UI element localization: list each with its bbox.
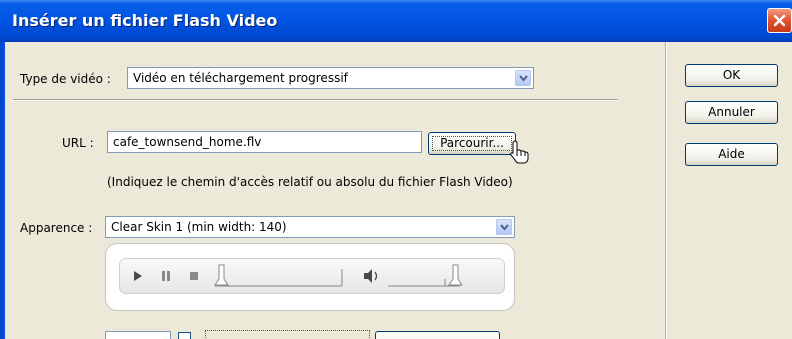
width-input[interactable] xyxy=(105,331,171,339)
close-button[interactable] xyxy=(767,8,792,33)
ok-label: OK xyxy=(722,68,741,82)
video-type-value: Vidéo en téléchargement progressif xyxy=(133,71,348,85)
player-control-bar xyxy=(119,258,505,294)
browse-button[interactable]: Parcourir... xyxy=(428,132,516,155)
play-icon xyxy=(134,271,142,281)
appearance-dropdown-button[interactable] xyxy=(496,219,512,235)
vertical-divider xyxy=(665,42,667,339)
url-input[interactable]: cafe_townsend_home.flv xyxy=(107,131,422,153)
detect-size-button[interactable] xyxy=(375,331,500,339)
mouse-cursor-icon xyxy=(510,140,529,164)
url-hint: (Indiquez le chemin d'accès relatif ou a… xyxy=(107,175,513,189)
url-value: cafe_townsend_home.flv xyxy=(113,135,262,149)
ok-button[interactable]: OK xyxy=(685,64,778,87)
chevron-down-icon xyxy=(519,75,528,82)
video-type-dropdown-button[interactable] xyxy=(515,70,531,86)
dialog-title: Insérer un fichier Flash Video xyxy=(12,11,278,30)
window-left-border xyxy=(0,42,5,339)
help-label: Aide xyxy=(718,147,745,161)
volume-icon xyxy=(364,269,378,283)
skin-preview xyxy=(105,243,515,311)
appearance-select[interactable]: Clear Skin 1 (min width: 140) xyxy=(105,216,515,238)
appearance-label: Apparence : xyxy=(20,221,93,235)
cancel-label: Annuler xyxy=(708,105,755,119)
video-type-label: Type de vidéo : xyxy=(20,72,111,86)
url-label: URL : xyxy=(62,136,94,150)
dialog-window: Insérer un fichier Flash Video Type de v… xyxy=(0,0,792,339)
focus-rectangle xyxy=(432,136,512,151)
constrain-checkbox[interactable] xyxy=(178,332,191,339)
help-button[interactable]: Aide xyxy=(685,143,778,166)
section-divider xyxy=(13,99,618,101)
cancel-button[interactable]: Annuler xyxy=(685,101,778,124)
title-bar: Insérer un fichier Flash Video xyxy=(0,0,792,42)
seek-handle-icon xyxy=(214,264,229,286)
detect-size-focus xyxy=(205,330,370,339)
player-controls-graphic xyxy=(134,264,463,287)
close-icon xyxy=(773,14,786,27)
pause-icon xyxy=(162,271,170,281)
volume-handle-icon xyxy=(448,264,463,286)
chevron-down-icon xyxy=(500,224,509,231)
video-type-select[interactable]: Vidéo en téléchargement progressif xyxy=(127,67,534,89)
appearance-value: Clear Skin 1 (min width: 140) xyxy=(111,220,287,234)
stop-icon xyxy=(190,272,198,280)
